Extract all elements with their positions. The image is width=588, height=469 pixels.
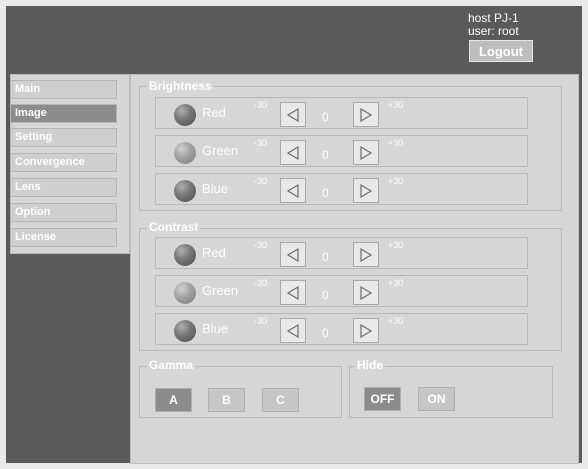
triangle-left-icon: [286, 107, 299, 122]
sidebar-item-lens[interactable]: Lens: [10, 178, 117, 197]
sidebar-item-option[interactable]: Option: [10, 203, 117, 222]
row-label: Green: [202, 143, 239, 158]
triangle-right-icon: [360, 247, 373, 262]
decrease-button[interactable]: [280, 280, 306, 305]
brightness-title: Brightness: [147, 79, 214, 93]
green-indicator-icon: [174, 142, 196, 164]
triangle-left-icon: [286, 247, 299, 262]
hide-on-button[interactable]: ON: [418, 387, 455, 411]
sidebar-item-image[interactable]: Image: [10, 104, 117, 123]
brightness-blue-row: Blue -30 0 +30: [155, 173, 528, 205]
triangle-left-icon: [286, 285, 299, 300]
brightness-green-row: Green -30 0 +30: [155, 135, 528, 167]
increase-button[interactable]: [353, 178, 379, 203]
min-label: -30: [254, 240, 268, 250]
value-label: 0: [322, 288, 329, 302]
contrast-red-row: Red -30 0 +30: [155, 237, 528, 269]
increase-button[interactable]: [353, 242, 379, 267]
triangle-right-icon: [360, 145, 373, 160]
gamma-option-b[interactable]: B: [208, 388, 245, 412]
contrast-blue-row: Blue -30 0 +30: [155, 313, 528, 345]
contrast-title: Contrast: [147, 220, 201, 234]
hide-title: Hide: [355, 358, 386, 372]
row-label: Blue: [202, 321, 229, 336]
triangle-right-icon: [360, 323, 373, 338]
max-label: +30: [388, 176, 404, 186]
contrast-green-row: Green -30 0 +30: [155, 275, 528, 307]
sidebar-item-setting[interactable]: Setting: [10, 128, 117, 147]
decrease-button[interactable]: [280, 140, 306, 165]
blue-indicator-icon: [174, 320, 196, 342]
min-label: -30: [254, 316, 268, 326]
sidebar-item-main[interactable]: Main: [10, 80, 117, 99]
session-info: host PJ-1 user: root: [468, 12, 519, 38]
increase-button[interactable]: [353, 102, 379, 127]
row-label: Green: [202, 283, 239, 298]
row-label: Red: [202, 245, 226, 260]
max-label: +30: [388, 138, 404, 148]
min-label: -30: [254, 176, 268, 186]
row-label: Red: [202, 105, 226, 120]
gamma-title: Gamma: [147, 358, 196, 372]
logout-button[interactable]: Logout: [469, 40, 533, 62]
triangle-left-icon: [286, 145, 299, 160]
gamma-option-c[interactable]: C: [262, 388, 299, 412]
row-label: Blue: [202, 181, 229, 196]
max-label: +30: [388, 278, 404, 288]
triangle-right-icon: [360, 285, 373, 300]
triangle-right-icon: [360, 107, 373, 122]
max-label: +30: [388, 100, 404, 110]
max-label: +30: [388, 316, 404, 326]
brightness-red-row: Red -30 0 +30: [155, 97, 528, 129]
red-indicator-icon: [174, 244, 196, 266]
min-label: -30: [254, 278, 268, 288]
min-label: -30: [254, 138, 268, 148]
sidebar-item-convergence[interactable]: Convergence: [10, 153, 117, 172]
decrease-button[interactable]: [280, 242, 306, 267]
blue-indicator-icon: [174, 180, 196, 202]
increase-button[interactable]: [353, 318, 379, 343]
increase-button[interactable]: [353, 280, 379, 305]
green-indicator-icon: [174, 282, 196, 304]
decrease-button[interactable]: [280, 102, 306, 127]
user-label: user: root: [468, 24, 519, 38]
value-label: 0: [322, 326, 329, 340]
hide-off-button[interactable]: OFF: [364, 387, 401, 411]
decrease-button[interactable]: [280, 318, 306, 343]
sidebar-item-license[interactable]: License: [10, 228, 117, 247]
gamma-option-a[interactable]: A: [155, 388, 192, 412]
value-label: 0: [322, 186, 329, 200]
min-label: -30: [254, 100, 268, 110]
triangle-left-icon: [286, 183, 299, 198]
red-indicator-icon: [174, 104, 196, 126]
max-label: +30: [388, 240, 404, 250]
increase-button[interactable]: [353, 140, 379, 165]
triangle-left-icon: [286, 323, 299, 338]
triangle-right-icon: [360, 183, 373, 198]
value-label: 0: [322, 250, 329, 264]
value-label: 0: [322, 110, 329, 124]
decrease-button[interactable]: [280, 178, 306, 203]
value-label: 0: [322, 148, 329, 162]
